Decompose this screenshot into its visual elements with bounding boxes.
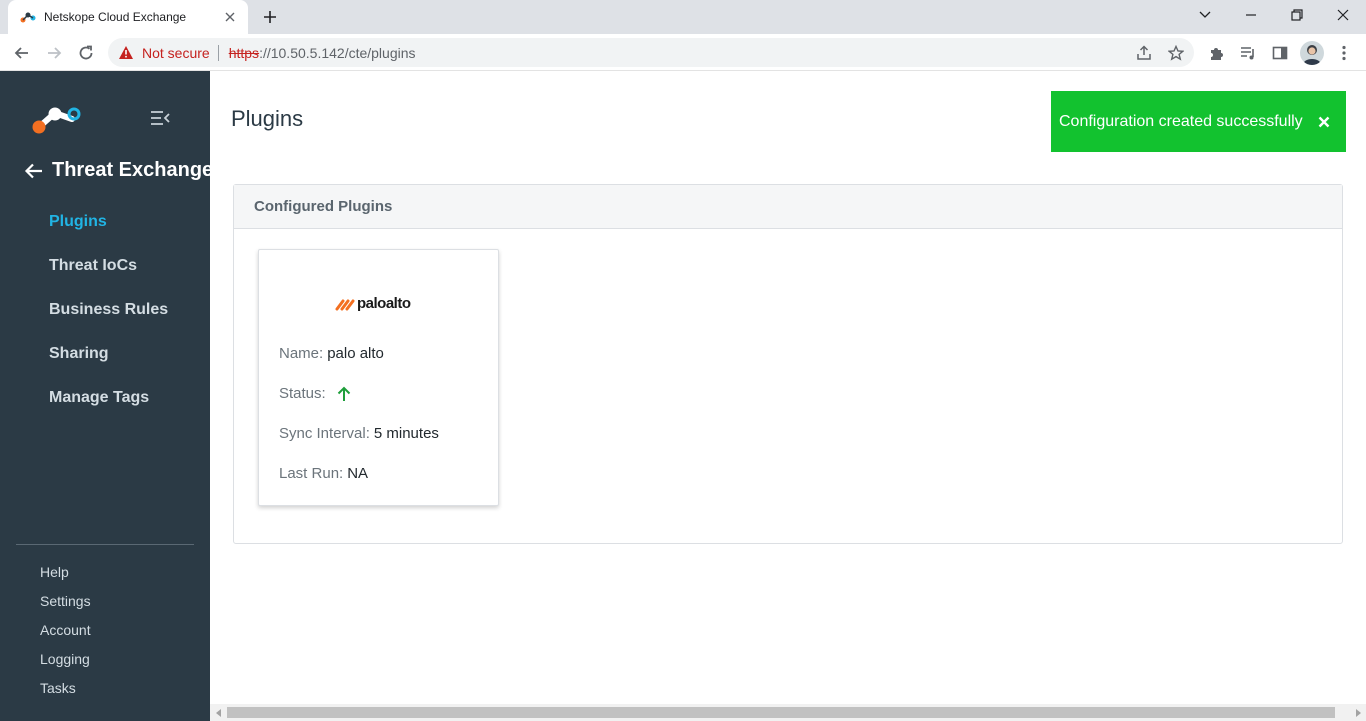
panel-header: Configured Plugins — [234, 185, 1342, 229]
name-label: Name: — [279, 345, 324, 362]
profile-avatar[interactable] — [1300, 41, 1324, 65]
horizontal-scrollbar[interactable] — [210, 704, 1366, 721]
side-panel-icon[interactable] — [1268, 41, 1292, 65]
sidebar: Threat Exchange Plugins Threat IoCs Busi… — [0, 71, 213, 721]
browser-toolbar: Not secure https ://10.50.5.142/cte/plug… — [0, 34, 1366, 71]
bookmark-star-icon[interactable] — [1166, 43, 1186, 63]
minimize-icon[interactable] — [1228, 0, 1274, 30]
panel-title: Configured Plugins — [254, 198, 393, 215]
tab-search-icon[interactable] — [1182, 0, 1228, 30]
tab-title: Netskope Cloud Exchange — [44, 10, 187, 24]
browser-menu-icon[interactable] — [1332, 41, 1356, 65]
sidebar-item-manage-tags[interactable]: Manage Tags — [49, 389, 149, 407]
sidebar-item-logging[interactable]: Logging — [40, 651, 90, 667]
plugin-card[interactable]: paloalto Name: palo alto Status: Sync In… — [258, 249, 499, 506]
toast-message: Configuration created successfully — [1059, 112, 1303, 130]
status-label: Status: — [279, 385, 326, 402]
plugin-sync-row: Sync Interval: 5 minutes — [279, 425, 439, 442]
netskope-favicon-icon — [20, 9, 36, 25]
sidebar-divider — [16, 544, 194, 545]
not-secure-label[interactable]: Not secure — [142, 45, 210, 61]
sidebar-item-account[interactable]: Account — [40, 622, 91, 638]
collapse-sidebar-icon[interactable] — [149, 109, 171, 127]
sidebar-item-plugins[interactable]: Plugins — [49, 213, 107, 231]
arrow-up-icon — [337, 386, 350, 401]
plugin-last-run-row: Last Run: NA — [279, 465, 368, 482]
paloalto-logo-icon — [335, 299, 355, 311]
address-bar[interactable]: Not secure https ://10.50.5.142/cte/plug… — [108, 38, 1194, 67]
back-to-threat-exchange[interactable]: Threat Exchange — [24, 159, 213, 182]
sidebar-item-help[interactable]: Help — [40, 564, 69, 580]
arrow-left-icon — [24, 163, 42, 178]
url-path: ://10.50.5.142/cte/plugins — [259, 44, 416, 61]
section-title: Threat Exchange — [52, 159, 214, 181]
extensions-icon[interactable] — [1204, 41, 1228, 65]
last-run-value: NA — [347, 465, 369, 482]
toast-close-icon[interactable] — [1308, 106, 1340, 138]
sidebar-item-tasks[interactable]: Tasks — [40, 680, 76, 696]
netskope-logo-icon[interactable] — [31, 105, 81, 135]
plugin-status-row: Status: — [279, 385, 352, 402]
warning-icon[interactable] — [118, 44, 136, 62]
scrollbar-thumb[interactable] — [227, 707, 1335, 718]
plugin-logo-text: paloalto — [357, 294, 411, 312]
url-scheme: https — [228, 44, 260, 61]
scroll-left-icon[interactable] — [210, 704, 227, 721]
forward-icon[interactable] — [40, 39, 68, 67]
sync-interval-value: 5 minutes — [373, 425, 439, 442]
last-run-label: Last Run: — [279, 465, 344, 482]
back-icon[interactable] — [8, 39, 36, 67]
reload-icon[interactable] — [72, 39, 100, 67]
sidebar-item-threat-iocs[interactable]: Threat IoCs — [49, 257, 137, 275]
share-icon[interactable] — [1134, 43, 1154, 63]
new-tab-button[interactable] — [258, 6, 282, 28]
scroll-right-icon[interactable] — [1349, 704, 1366, 721]
configured-plugins-panel: Configured Plugins paloalto Name: palo a… — [233, 184, 1343, 544]
browser-tab-bar: Netskope Cloud Exchange — [0, 0, 1366, 34]
close-window-icon[interactable] — [1320, 0, 1366, 30]
sidebar-item-settings[interactable]: Settings — [40, 593, 91, 609]
sidebar-item-sharing[interactable]: Sharing — [49, 345, 109, 363]
media-control-icon[interactable] — [1236, 41, 1260, 65]
sidebar-item-business-rules[interactable]: Business Rules — [49, 301, 168, 319]
tab-close-icon[interactable] — [222, 9, 238, 25]
page-title: Plugins — [231, 106, 304, 131]
plugin-logo: paloalto — [335, 292, 425, 314]
plugin-name-row: Name: palo alto — [279, 345, 384, 362]
sync-interval-label: Sync Interval: — [279, 425, 370, 442]
success-toast: Configuration created successfully — [1051, 91, 1346, 152]
browser-tab[interactable]: Netskope Cloud Exchange — [8, 0, 248, 34]
address-separator — [217, 44, 219, 61]
restore-icon[interactable] — [1274, 0, 1320, 30]
plugin-name: palo alto — [327, 345, 384, 362]
